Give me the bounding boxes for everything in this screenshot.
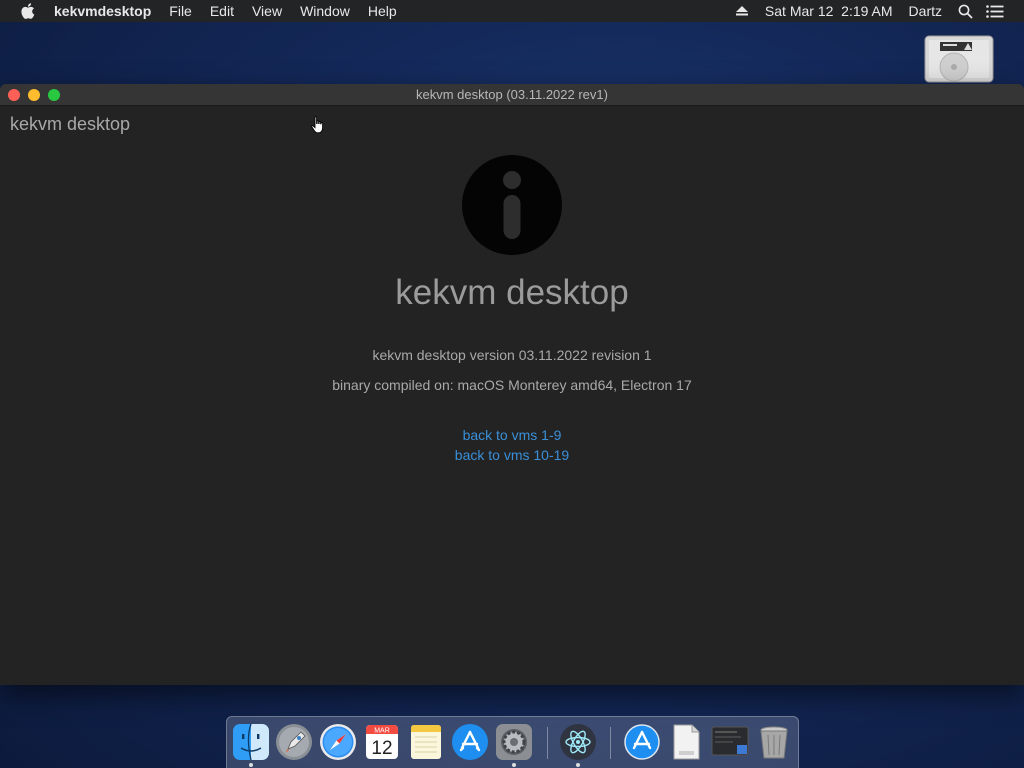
window-titlebar[interactable]: kekvm desktop (03.11.2022 rev1) bbox=[0, 84, 1024, 106]
calendar-month-label: MAR bbox=[374, 728, 390, 735]
app-store-folder-icon[interactable] bbox=[623, 723, 661, 761]
eject-icon[interactable] bbox=[727, 0, 757, 22]
finder-running-indicator bbox=[249, 763, 253, 767]
version-text: kekvm desktop version 03.11.2022 revisio… bbox=[372, 347, 652, 363]
compile-info-text: binary compiled on: macOS Monterey amd64… bbox=[332, 377, 692, 393]
app-store-icon[interactable] bbox=[451, 723, 489, 761]
hand-cursor-icon bbox=[311, 116, 325, 134]
launchpad-icon[interactable] bbox=[275, 723, 313, 761]
trash-icon[interactable] bbox=[755, 723, 793, 761]
menu-app-name[interactable]: kekvmdesktop bbox=[45, 0, 160, 22]
spotlight-search-icon[interactable] bbox=[950, 0, 980, 22]
close-button[interactable] bbox=[8, 89, 20, 101]
back-to-vms-10-19-link[interactable]: back to vms 10-19 bbox=[0, 447, 1024, 463]
app-corner-title: kekvm desktop bbox=[10, 114, 131, 134]
calendar-icon[interactable]: MAR 12 bbox=[363, 723, 401, 761]
system-preferences-icon[interactable] bbox=[495, 723, 533, 761]
minimize-button[interactable] bbox=[28, 89, 40, 101]
hard-disk-icon[interactable] bbox=[924, 35, 994, 83]
zoom-button[interactable] bbox=[48, 89, 60, 101]
menu-view[interactable]: View bbox=[243, 0, 291, 22]
menu-file[interactable]: File bbox=[160, 0, 201, 22]
info-icon bbox=[461, 154, 563, 256]
html-document-icon[interactable] bbox=[667, 723, 705, 761]
menu-bar: kekvmdesktop File Edit View Window Help … bbox=[0, 0, 1024, 22]
app-window: kekvm desktop (03.11.2022 rev1) kekvm de… bbox=[0, 84, 1024, 685]
menu-edit[interactable]: Edit bbox=[201, 0, 243, 22]
notes-icon[interactable] bbox=[407, 723, 445, 761]
dock: MAR 12 bbox=[226, 716, 799, 768]
screen-recording-icon[interactable] bbox=[711, 723, 749, 761]
notification-center-icon[interactable] bbox=[980, 0, 1010, 22]
menu-help[interactable]: Help bbox=[359, 0, 406, 22]
window-controls bbox=[8, 89, 60, 101]
about-heading: kekvm desktop bbox=[395, 273, 629, 312]
safari-icon[interactable] bbox=[319, 723, 357, 761]
window-title: kekvm desktop (03.11.2022 rev1) bbox=[416, 87, 608, 102]
menu-clock[interactable]: Sat Mar 12 2:19 AM bbox=[757, 0, 901, 22]
electron-icon[interactable] bbox=[559, 723, 597, 761]
system-preferences-running-indicator bbox=[512, 763, 516, 767]
menu-user[interactable]: Dartz bbox=[901, 0, 950, 22]
dock-separator bbox=[610, 727, 611, 759]
finder-icon[interactable] bbox=[232, 723, 270, 761]
apple-menu-icon[interactable] bbox=[17, 0, 39, 22]
menu-window[interactable]: Window bbox=[291, 0, 359, 22]
dock-separator bbox=[547, 727, 548, 759]
calendar-day-label: 12 bbox=[371, 738, 392, 759]
back-to-vms-1-9-link[interactable]: back to vms 1-9 bbox=[0, 427, 1024, 443]
electron-running-indicator bbox=[576, 763, 580, 767]
window-content: kekvm desktop kekvm desktop kekvm deskto… bbox=[0, 106, 1024, 685]
